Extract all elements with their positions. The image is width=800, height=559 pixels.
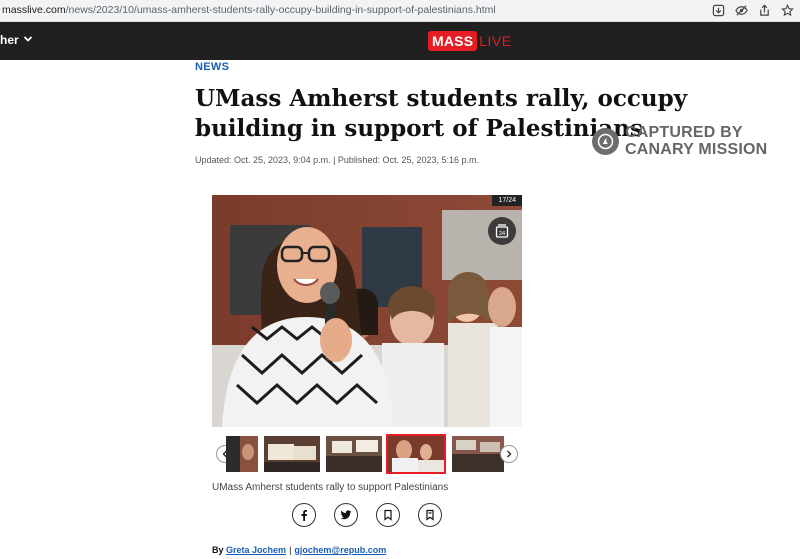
watermark-line2: CANARY MISSION — [625, 141, 768, 158]
gallery-main-photo[interactable]: 17/24 24 — [212, 195, 522, 427]
author-link[interactable]: Greta Jochem — [226, 545, 286, 555]
chevron-right-icon — [506, 450, 512, 458]
facebook-icon — [301, 510, 307, 521]
gallery-thumbnail[interactable] — [226, 436, 258, 472]
save-icon — [426, 509, 434, 521]
nav-more-label: her — [0, 33, 19, 47]
logo-live: LIVE — [479, 33, 512, 49]
browser-address-bar: masslive.com/news/2023/10/umass-amherst-… — [0, 0, 800, 22]
byline-separator: | — [289, 545, 292, 555]
thumbnail-strip — [216, 434, 522, 474]
url-path: /news/2023/10/umass-amherst-students-ral… — [65, 4, 496, 16]
canary-mission-watermark: CAPTURED BY CANARY MISSION — [592, 124, 767, 158]
section-kicker[interactable]: NEWS — [195, 61, 229, 73]
share-bar — [292, 503, 442, 527]
byline-prefix: By — [212, 545, 224, 555]
facebook-share-button[interactable] — [292, 503, 316, 527]
gallery-thumbnail[interactable] — [326, 436, 382, 472]
download-icon[interactable] — [711, 3, 725, 17]
eye-off-icon[interactable] — [734, 3, 748, 17]
canary-seal-icon — [592, 127, 619, 155]
url-field[interactable]: masslive.com/news/2023/10/umass-amherst-… — [2, 4, 496, 16]
watermark-line1: CAPTURED BY — [625, 124, 743, 141]
photo-counter: 17/24 — [492, 195, 522, 206]
save-button[interactable] — [418, 503, 442, 527]
masslive-logo[interactable]: MASS LIVE — [428, 28, 512, 54]
share-icon[interactable] — [757, 3, 771, 17]
twitter-share-button[interactable] — [334, 503, 358, 527]
gallery-icon: 24 — [495, 224, 509, 238]
article-dates: Updated: Oct. 25, 2023, 9:04 p.m. | Publ… — [195, 155, 480, 165]
gallery-thumbnail[interactable] — [264, 436, 320, 472]
twitter-icon — [340, 510, 352, 520]
thumbs-next-button[interactable] — [500, 445, 518, 463]
site-header: her MASS LIVE — [0, 22, 800, 60]
gallery-count: 24 — [499, 231, 505, 237]
chevron-down-icon — [23, 33, 33, 47]
nav-more-menu[interactable]: her — [0, 33, 33, 47]
bookmark-icon — [384, 509, 392, 521]
url-host: masslive.com — [2, 4, 66, 16]
gallery-thumbnail[interactable] — [452, 436, 504, 472]
star-icon[interactable] — [780, 3, 794, 17]
byline: By Greta Jochem | gjochem@repub.com — [212, 545, 386, 555]
photo-caption: UMass Amherst students rally to support … — [212, 482, 449, 493]
author-email-link[interactable]: gjochem@repub.com — [294, 545, 386, 555]
bookmark-button[interactable] — [376, 503, 400, 527]
open-gallery-button[interactable]: 24 — [488, 217, 516, 245]
gallery-thumbnail-active[interactable] — [386, 434, 446, 474]
logo-mass: MASS — [428, 31, 478, 51]
rally-photo-illustration — [212, 195, 522, 427]
